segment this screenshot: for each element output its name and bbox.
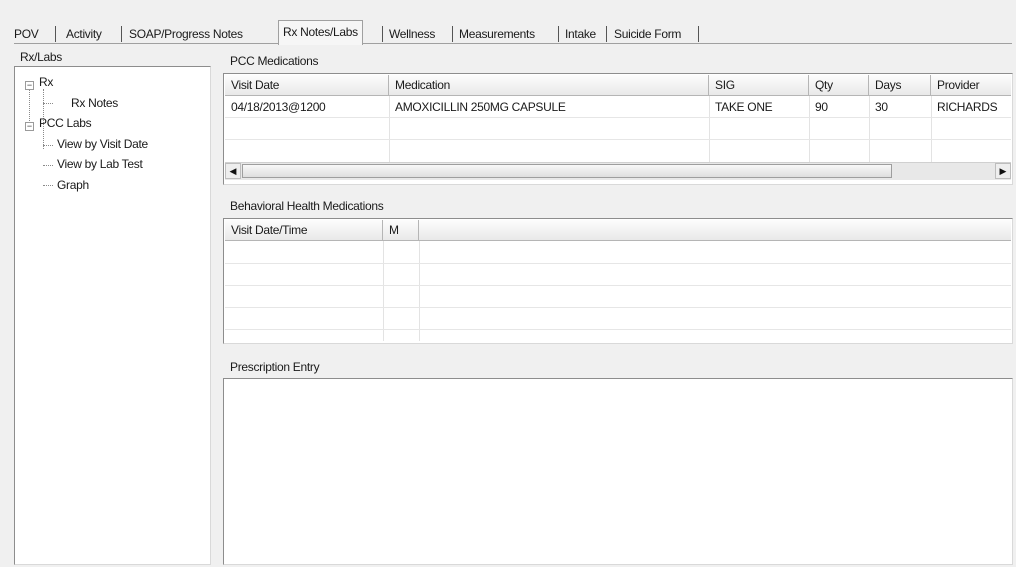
pcc-medications-grid[interactable]: Visit Date Medication SIG Qty Days Provi… — [223, 73, 1013, 185]
tab-pov[interactable]: POV — [14, 24, 39, 44]
horizontal-scrollbar[interactable]: ◀ ▶ — [225, 162, 1011, 180]
column-header-m[interactable]: M — [383, 220, 419, 240]
tab-separator — [606, 26, 607, 42]
tab-wellness[interactable]: Wellness — [389, 24, 435, 44]
cell-medication: AMOXICILLIN 250MG CAPSULE — [395, 100, 566, 114]
tree-item-view-by-lab-test[interactable]: View by Lab Test — [57, 157, 143, 171]
tab-soap-progress-notes[interactable]: SOAP/Progress Notes — [129, 24, 243, 44]
tree-item-rx-notes[interactable]: Rx Notes — [71, 96, 118, 110]
column-header-blank — [419, 220, 1011, 240]
tab-suicide-form[interactable]: Suicide Form — [614, 24, 681, 44]
arrow-left-icon[interactable]: ◀ — [225, 163, 241, 179]
tab-separator — [55, 26, 56, 42]
tab-separator — [698, 26, 699, 42]
rx-labs-tree[interactable]: − Rx Rx Notes − PCC Labs View by Visit D… — [14, 66, 211, 565]
grid-line — [383, 241, 384, 341]
cell-days: 30 — [875, 100, 888, 114]
grid-header: Visit Date/Time M — [225, 220, 1011, 241]
tab-separator — [452, 26, 453, 42]
cell-provider: RICHARDS — [937, 100, 998, 114]
tab-separator — [558, 26, 559, 42]
behavioral-health-title: Behavioral Health Medications — [230, 199, 386, 213]
column-header-visit-date-time[interactable]: Visit Date/Time — [225, 220, 383, 240]
column-header-qty[interactable]: Qty — [809, 75, 869, 95]
cell-qty: 90 — [815, 100, 828, 114]
grid-line — [225, 329, 1011, 330]
behavioral-health-grid[interactable]: Visit Date/Time M — [223, 218, 1013, 344]
tab-underline — [14, 43, 1012, 44]
column-header-sig[interactable]: SIG — [709, 75, 809, 95]
grid-line — [225, 139, 1011, 140]
column-header-days[interactable]: Days — [869, 75, 931, 95]
column-header-visit-date[interactable]: Visit Date — [225, 75, 389, 95]
grid-line — [225, 263, 1011, 264]
tree-connector — [29, 85, 30, 125]
tab-separator — [121, 26, 122, 42]
tree-connector — [43, 165, 53, 166]
tree-connector — [43, 103, 53, 104]
rx-labs-title: Rx/Labs — [20, 50, 64, 64]
cell-visit-date: 04/18/2013@1200 — [231, 100, 326, 114]
grid-line — [225, 307, 1011, 308]
minus-box-icon[interactable]: − — [25, 81, 34, 90]
prescription-entry-area[interactable] — [223, 378, 1013, 565]
scrollbar-thumb[interactable] — [242, 164, 892, 178]
column-header-medication[interactable]: Medication — [389, 75, 709, 95]
grid-line — [225, 285, 1011, 286]
cell-sig: TAKE ONE — [715, 100, 773, 114]
tree-item-graph[interactable]: Graph — [57, 178, 89, 192]
tree-connector — [43, 145, 53, 146]
tab-separator — [382, 26, 383, 42]
tab-activity[interactable]: Activity — [66, 24, 102, 44]
tree-item-view-by-visit-date[interactable]: View by Visit Date — [57, 137, 148, 151]
pcc-medications-title: PCC Medications — [230, 54, 321, 68]
minus-box-icon[interactable]: − — [25, 122, 34, 131]
arrow-right-icon[interactable]: ▶ — [995, 163, 1011, 179]
grid-header: Visit Date Medication SIG Qty Days Provi… — [225, 75, 1011, 96]
grid-line — [225, 117, 1011, 118]
tab-rx-notes-labs[interactable]: Rx Notes/Labs — [278, 20, 363, 45]
tree-item-pcc-labs[interactable]: PCC Labs — [39, 116, 92, 130]
tab-measurements[interactable]: Measurements — [459, 24, 535, 44]
tab-intake[interactable]: Intake — [565, 24, 596, 44]
tree-connector — [43, 185, 53, 186]
prescription-entry-title: Prescription Entry — [230, 360, 322, 374]
tree-item-rx[interactable]: Rx — [39, 75, 53, 89]
column-header-provider[interactable]: Provider — [931, 75, 1011, 95]
grid-line — [419, 241, 420, 341]
